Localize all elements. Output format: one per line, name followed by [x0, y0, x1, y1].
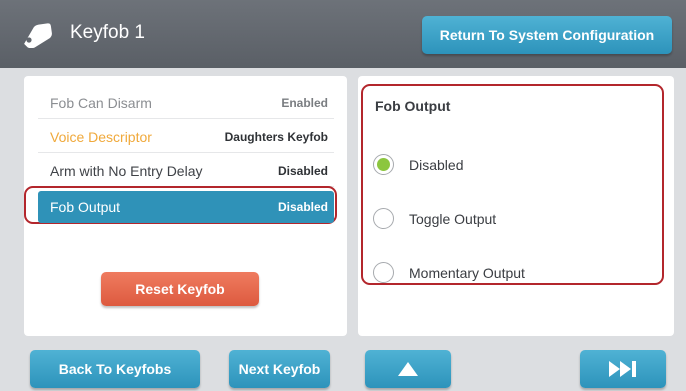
- setting-row-fob-can-disarm[interactable]: Fob Can Disarm Enabled: [38, 87, 334, 119]
- radio-label: Momentary Output: [409, 264, 525, 281]
- setting-value: Enabled: [281, 95, 328, 110]
- fob-output-highlight-outline: Fob Output Disabled Toggle Output Moment…: [361, 84, 664, 285]
- reset-keyfob-button[interactable]: Reset Keyfob: [101, 272, 259, 306]
- fob-output-title: Fob Output: [375, 98, 451, 114]
- fob-output-panel: Fob Output Disabled Toggle Output Moment…: [358, 76, 674, 336]
- radio-option-momentary-output[interactable]: Momentary Output: [373, 262, 525, 283]
- keyfob-settings-panel: Fob Can Disarm Enabled Voice Descriptor …: [24, 76, 347, 336]
- return-to-system-configuration-button[interactable]: Return To System Configuration: [422, 16, 672, 54]
- radio-unselected-icon[interactable]: [373, 208, 394, 229]
- skip-to-end-button[interactable]: [580, 350, 666, 388]
- radio-label: Disabled: [409, 156, 464, 173]
- setting-row-arm-with-no-entry-delay[interactable]: Arm with No Entry Delay Disabled: [38, 155, 334, 187]
- skip-to-end-icon: [609, 361, 636, 377]
- setting-value: Disabled: [277, 200, 328, 214]
- setting-value: Disabled: [277, 163, 328, 178]
- setting-label: Arm with No Entry Delay: [50, 162, 203, 179]
- tag-icon: [24, 23, 52, 48]
- triangle-up-icon: [398, 362, 418, 376]
- radio-label: Toggle Output: [409, 210, 497, 227]
- setting-label: Fob Output: [50, 199, 121, 215]
- setting-row-fob-output[interactable]: Fob Output Disabled: [38, 191, 334, 223]
- radio-unselected-icon[interactable]: [373, 262, 394, 283]
- next-keyfob-button[interactable]: Next Keyfob: [229, 350, 330, 388]
- setting-label: Fob Can Disarm: [50, 94, 152, 111]
- scroll-up-button[interactable]: [365, 350, 451, 388]
- setting-value: Daughters Keyfob: [224, 129, 328, 144]
- back-to-keyfobs-button[interactable]: Back To Keyfobs: [30, 350, 200, 388]
- page-title: Keyfob 1: [70, 22, 145, 43]
- header-bar: Keyfob 1 Return To System Configuration: [0, 0, 686, 68]
- setting-row-voice-descriptor[interactable]: Voice Descriptor Daughters Keyfob: [38, 121, 334, 153]
- setting-label: Voice Descriptor: [50, 128, 152, 145]
- radio-option-disabled[interactable]: Disabled: [373, 154, 463, 175]
- radio-option-toggle-output[interactable]: Toggle Output: [373, 208, 496, 229]
- radio-selected-icon[interactable]: [373, 154, 394, 175]
